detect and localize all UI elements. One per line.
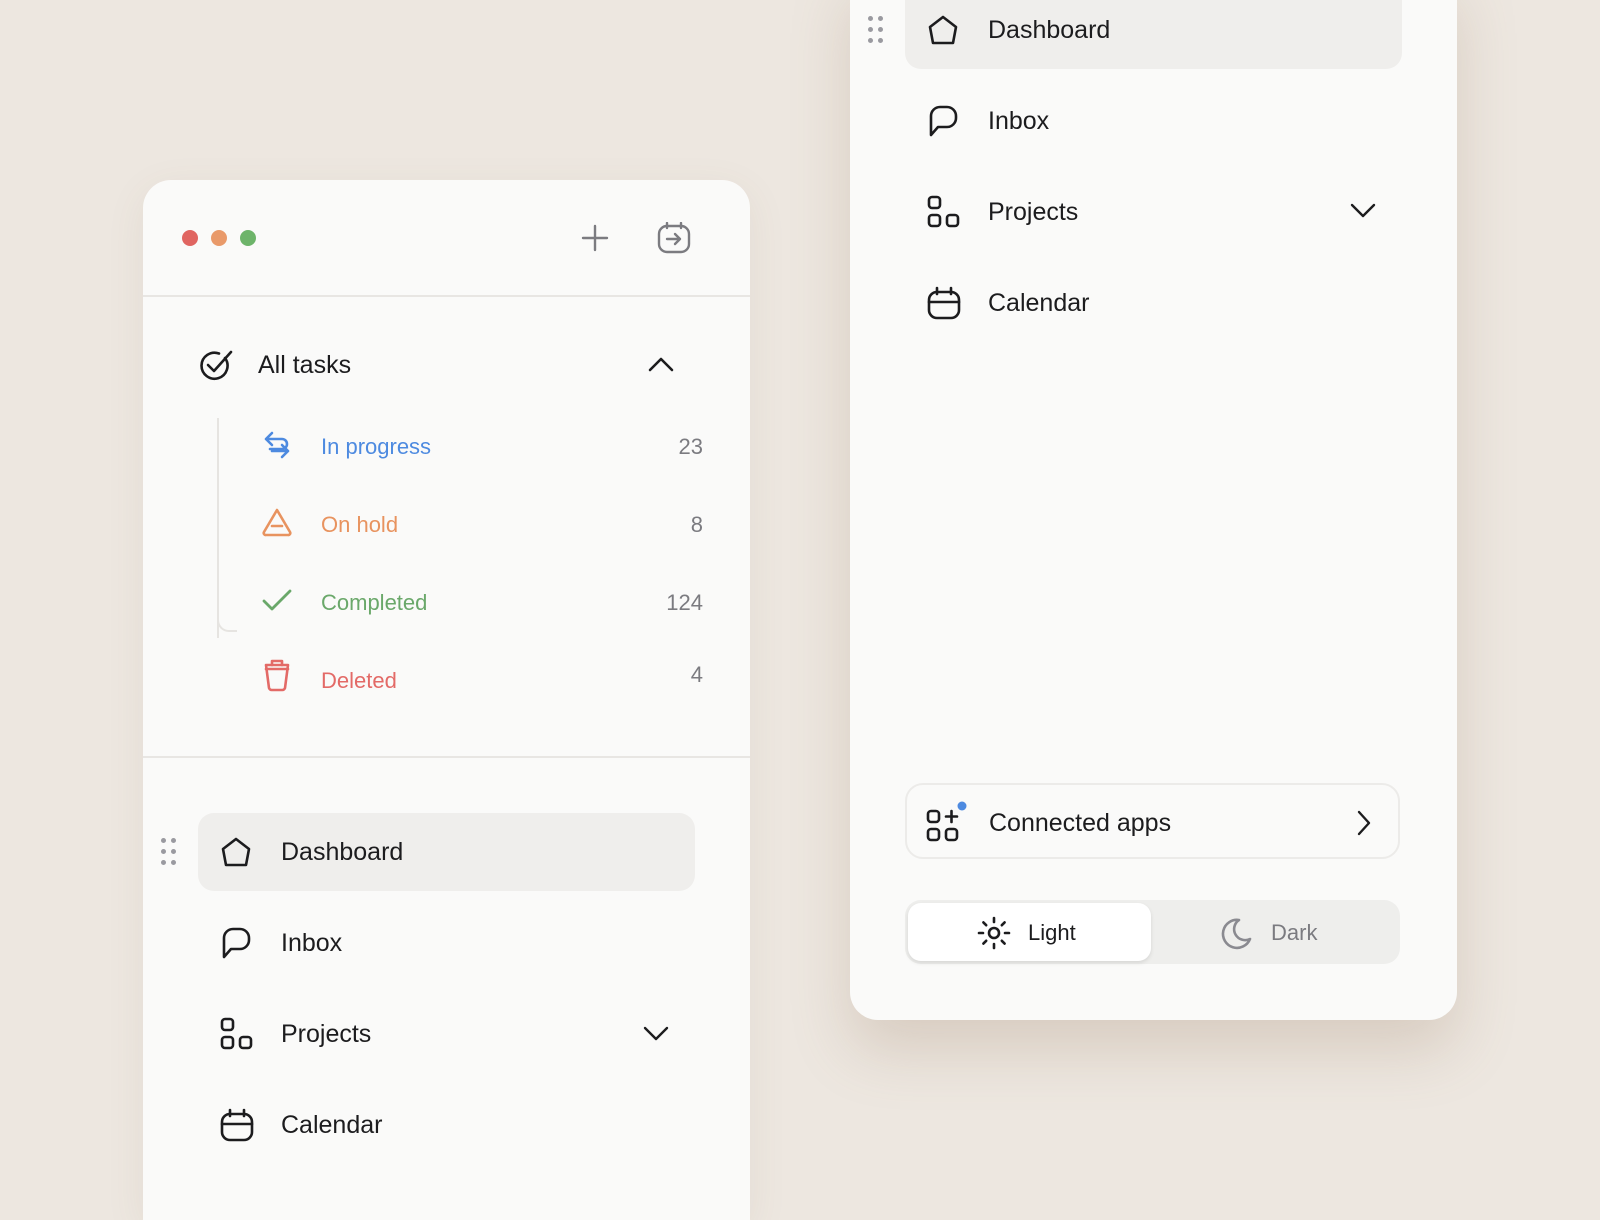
sun-icon bbox=[977, 916, 1011, 950]
theme-option-label: Dark bbox=[1271, 920, 1318, 945]
nav-item-projects[interactable]: Projects bbox=[905, 173, 1402, 251]
nav-item-dashboard[interactable]: Dashboard bbox=[905, 0, 1402, 69]
section-divider bbox=[143, 756, 750, 758]
tree-branch bbox=[217, 618, 237, 632]
export-arrow-icon[interactable] bbox=[657, 222, 691, 254]
nav-item-calendar[interactable]: Calendar bbox=[198, 1086, 695, 1164]
nav-item-projects[interactable]: Projects bbox=[198, 995, 695, 1073]
home-icon bbox=[927, 14, 959, 46]
chevron-right-icon bbox=[1356, 810, 1372, 836]
status-label: Completed bbox=[321, 590, 428, 615]
status-item-completed[interactable]: Completed 124 bbox=[253, 574, 703, 628]
status-label: Deleted bbox=[321, 668, 397, 693]
window-maximize-button[interactable] bbox=[240, 230, 256, 246]
chevron-down-icon[interactable] bbox=[1350, 203, 1376, 219]
theme-toggle: Light Dark bbox=[905, 900, 1400, 964]
nav-item-dashboard[interactable]: Dashboard bbox=[198, 813, 695, 891]
theme-option-dark[interactable]: Dark bbox=[1154, 903, 1397, 961]
repeat-arrows-icon bbox=[262, 430, 292, 460]
status-item-on-hold[interactable]: On hold 8 bbox=[253, 496, 703, 550]
status-label: On hold bbox=[321, 512, 399, 537]
chat-bubble-icon bbox=[220, 926, 252, 960]
calendar-icon bbox=[927, 286, 961, 320]
status-count: 4 bbox=[690, 662, 703, 687]
all-tasks-header[interactable]: All tasks bbox=[183, 340, 703, 390]
nav-item-label: Inbox bbox=[988, 107, 1050, 135]
drag-handle-icon[interactable] bbox=[868, 16, 884, 46]
nav-item-label: Projects bbox=[281, 1020, 372, 1048]
check-circle-icon bbox=[199, 349, 233, 381]
nav-item-label: Projects bbox=[988, 198, 1079, 226]
status-label: In progress bbox=[321, 434, 432, 459]
status-count: 8 bbox=[690, 512, 703, 537]
status-item-in-progress[interactable]: In progress 23 bbox=[253, 418, 703, 472]
sidebar-panel-collapsed: Dashboard Inbox Projects Calendar Connec… bbox=[850, 0, 1457, 1020]
all-tasks-label: All tasks bbox=[258, 351, 352, 379]
calendar-icon bbox=[220, 1108, 254, 1142]
sidebar-panel-expanded: All tasks In progress 23 On hold 8 Compl… bbox=[143, 180, 750, 1220]
checkmark-icon bbox=[261, 588, 293, 614]
plus-icon[interactable] bbox=[581, 224, 609, 252]
nav-item-label: Calendar bbox=[281, 1111, 383, 1139]
apps-add-icon bbox=[926, 801, 968, 843]
drag-handle-icon[interactable] bbox=[161, 838, 177, 868]
home-icon bbox=[220, 836, 252, 868]
window-close-button[interactable] bbox=[182, 230, 198, 246]
warning-triangle-icon bbox=[261, 507, 293, 537]
trash-icon bbox=[263, 658, 291, 692]
tree-line bbox=[217, 418, 219, 638]
theme-option-label: Light bbox=[1028, 920, 1076, 945]
theme-option-light[interactable]: Light bbox=[908, 903, 1151, 961]
status-count: 124 bbox=[666, 590, 703, 615]
nav-item-label: Calendar bbox=[988, 289, 1090, 317]
chat-bubble-icon bbox=[927, 104, 959, 138]
connected-apps-button[interactable]: Connected apps bbox=[905, 783, 1400, 859]
nav-item-inbox[interactable]: Inbox bbox=[905, 82, 1402, 160]
connected-apps-label: Connected apps bbox=[989, 809, 1172, 837]
grid-icon bbox=[927, 195, 961, 229]
chevron-up-icon[interactable] bbox=[648, 356, 674, 372]
nav-item-label: Dashboard bbox=[281, 838, 404, 866]
nav-item-calendar[interactable]: Calendar bbox=[905, 264, 1402, 342]
window-minimize-button[interactable] bbox=[211, 230, 227, 246]
status-count: 23 bbox=[678, 434, 703, 459]
chevron-down-icon[interactable] bbox=[643, 1026, 669, 1042]
moon-icon bbox=[1219, 917, 1253, 951]
grid-icon bbox=[220, 1017, 254, 1051]
nav-item-label: Dashboard bbox=[988, 16, 1111, 44]
status-item-deleted[interactable]: Deleted 4 bbox=[253, 648, 703, 702]
nav-item-inbox[interactable]: Inbox bbox=[198, 904, 695, 982]
header-divider bbox=[143, 295, 750, 297]
nav-item-label: Inbox bbox=[281, 929, 343, 957]
